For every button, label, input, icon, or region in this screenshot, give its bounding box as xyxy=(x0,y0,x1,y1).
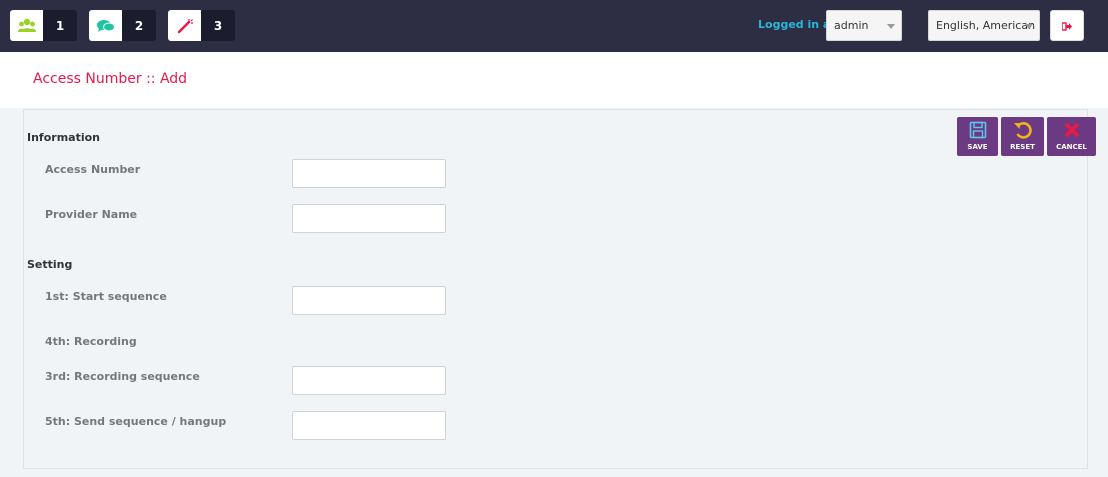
users-badge[interactable]: 1 xyxy=(10,10,77,41)
top-navbar: 1 2 3 Logged in as : admin English, Amer… xyxy=(0,0,1108,52)
send-sequence-input[interactable] xyxy=(292,411,446,440)
user-select[interactable]: admin xyxy=(826,10,902,41)
access-number-input[interactable] xyxy=(292,159,446,188)
undo-icon xyxy=(1013,121,1033,141)
sign-out-icon xyxy=(1061,16,1072,35)
recording-label: 4th: Recording xyxy=(45,335,137,348)
access-number-label: Access Number xyxy=(45,163,141,176)
provider-name-input[interactable] xyxy=(292,204,446,233)
information-section-title: Information xyxy=(27,131,100,144)
logout-button[interactable] xyxy=(1050,10,1084,41)
send-sequence-label: 5th: Send sequence / hangup xyxy=(45,415,227,428)
messages-badge[interactable]: 2 xyxy=(89,10,156,41)
chevron-down-icon xyxy=(1025,24,1033,29)
save-icon xyxy=(969,121,987,141)
start-sequence-label: 1st: Start sequence xyxy=(45,290,167,303)
reset-label: RESET xyxy=(1010,143,1035,151)
reset-button[interactable]: RESET xyxy=(1001,117,1044,156)
language-select-value: English, American xyxy=(936,19,1036,32)
page-title: Access Number :: Add xyxy=(33,71,188,87)
cancel-label: CANCEL xyxy=(1056,143,1087,151)
form-panel: SAVE RESET CANCEL Information Access Num… xyxy=(23,109,1096,469)
recording-sequence-input[interactable] xyxy=(292,366,446,395)
messages-count: 2 xyxy=(122,10,156,41)
save-label: SAVE xyxy=(967,143,988,151)
page-header: Access Number :: Add xyxy=(0,52,1108,108)
language-select[interactable]: English, American xyxy=(928,10,1040,41)
users-count: 1 xyxy=(43,10,77,41)
tasks-count: 3 xyxy=(201,10,235,41)
tasks-badge[interactable]: 3 xyxy=(168,10,235,41)
magic-wand-icon xyxy=(168,10,201,41)
save-button[interactable]: SAVE xyxy=(957,117,998,156)
setting-section-title: Setting xyxy=(27,258,73,271)
provider-name-label: Provider Name xyxy=(45,208,138,221)
start-sequence-input[interactable] xyxy=(292,286,446,315)
recording-sequence-label: 3rd: Recording sequence xyxy=(45,370,200,383)
user-select-value: admin xyxy=(834,19,869,32)
users-icon xyxy=(10,10,43,41)
chevron-down-icon xyxy=(887,24,895,29)
cancel-button[interactable]: CANCEL xyxy=(1047,117,1096,156)
close-icon xyxy=(1063,121,1081,141)
comments-icon xyxy=(89,10,122,41)
